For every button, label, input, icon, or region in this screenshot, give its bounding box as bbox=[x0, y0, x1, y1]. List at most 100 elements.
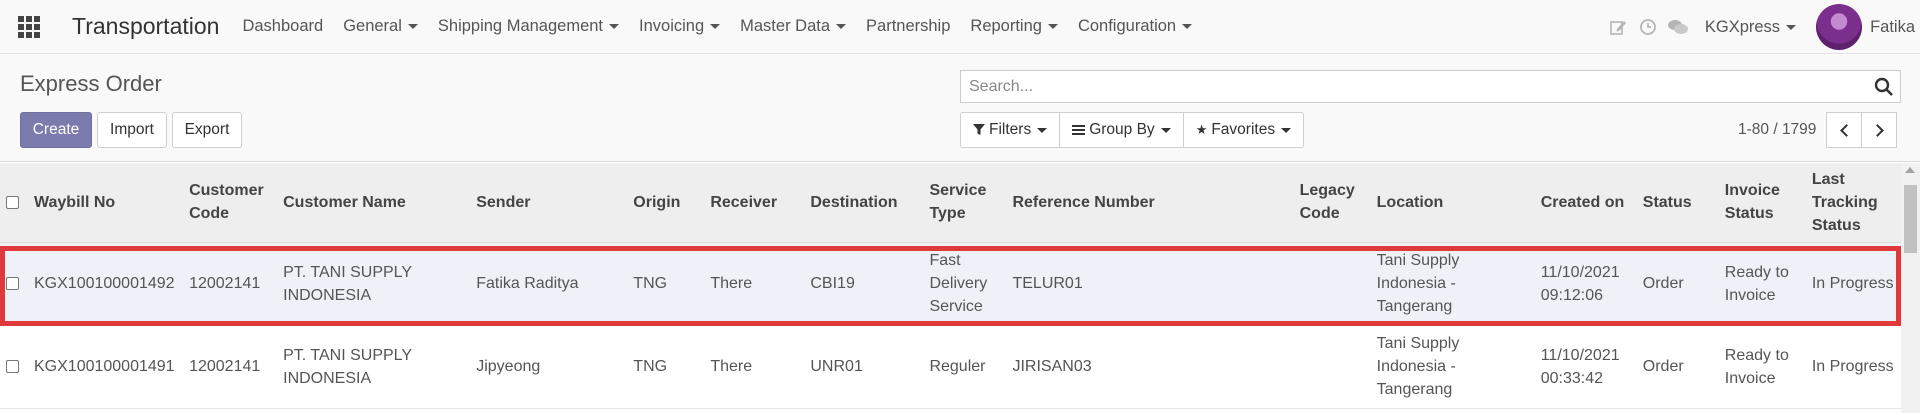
column-header[interactable]: Service Type bbox=[923, 163, 1007, 243]
menu-label: Shipping Management bbox=[437, 17, 604, 35]
create-button[interactable]: Create bbox=[20, 112, 92, 148]
row-checkbox[interactable] bbox=[6, 277, 19, 291]
navbar-right: KGXpress Fatika bbox=[1603, 0, 1920, 54]
column-header[interactable]: Reference Number bbox=[1006, 163, 1294, 243]
caret-down-icon bbox=[836, 24, 847, 29]
cell-location: Tani Supply Indonesia - Tangerang bbox=[1370, 325, 1535, 409]
search-bar bbox=[960, 70, 1901, 103]
menu-shipping-management[interactable]: Shipping Management bbox=[428, 0, 629, 54]
scroll-up-arrow-icon[interactable] bbox=[1905, 167, 1915, 173]
column-header[interactable]: Status bbox=[1636, 163, 1719, 243]
column-header[interactable]: Customer Code bbox=[183, 163, 278, 243]
cell-customer-name: PT. TANI SUPPLY INDONESIA bbox=[277, 242, 471, 326]
menu-configuration[interactable]: Configuration bbox=[1068, 0, 1202, 54]
column-header[interactable]: Origin bbox=[627, 163, 705, 243]
edit-note-icon[interactable] bbox=[1603, 0, 1633, 54]
menu-label: Reporting bbox=[970, 17, 1042, 35]
apps-menu-icon[interactable] bbox=[0, 0, 58, 54]
caret-down-icon bbox=[1037, 127, 1048, 133]
cell-destination: CBI19 bbox=[804, 242, 924, 326]
row-select-cell bbox=[0, 325, 28, 409]
cell-legacy-code bbox=[1293, 242, 1371, 326]
groupby-label: Group By bbox=[1089, 121, 1155, 138]
table-row[interactable]: KGX100100001491 12002141 PT. TANI SUPPLY… bbox=[0, 325, 1901, 409]
list-bars-icon bbox=[1072, 125, 1086, 135]
cell-sender: Fatika Raditya bbox=[470, 242, 628, 326]
menu-label: Dashboard bbox=[242, 17, 324, 35]
scroll-thumb[interactable] bbox=[1904, 185, 1917, 253]
row-select-cell bbox=[0, 242, 28, 326]
cell-waybill: KGX100100001491 bbox=[28, 325, 184, 409]
activity-clock-icon[interactable] bbox=[1633, 0, 1663, 54]
import-button[interactable]: Import bbox=[97, 112, 167, 148]
search-input[interactable] bbox=[961, 71, 1861, 102]
menu-reporting[interactable]: Reporting bbox=[960, 0, 1068, 54]
cell-status: Order bbox=[1636, 242, 1719, 326]
menu-general[interactable]: General bbox=[333, 0, 428, 54]
cell-receiver: There bbox=[704, 242, 805, 326]
search-icon[interactable] bbox=[1874, 77, 1894, 97]
caret-down-icon bbox=[1047, 24, 1058, 29]
star-icon: ★ bbox=[1195, 122, 1208, 137]
pager-previous-button[interactable] bbox=[1826, 112, 1862, 148]
cell-invoice-status: Ready to Invoice bbox=[1718, 242, 1806, 326]
column-header[interactable]: Invoice Status bbox=[1718, 163, 1806, 243]
company-name: KGXpress bbox=[1704, 17, 1781, 36]
company-switcher[interactable]: KGXpress bbox=[1704, 17, 1797, 37]
cell-service-type: Reguler bbox=[923, 325, 1007, 409]
cell-origin: TNG bbox=[627, 242, 705, 326]
table-row[interactable]: KGX100100001492 12002141 PT. TANI SUPPLY… bbox=[0, 242, 1901, 326]
caret-down-icon bbox=[710, 24, 721, 29]
column-header[interactable]: Location bbox=[1370, 163, 1535, 243]
column-header[interactable]: Destination bbox=[804, 163, 924, 243]
groupby-button[interactable]: Group By bbox=[1060, 113, 1184, 147]
column-header[interactable]: Created on bbox=[1534, 163, 1637, 243]
favorites-label: Favorites bbox=[1211, 121, 1276, 138]
filters-button[interactable]: Filters bbox=[961, 113, 1061, 147]
select-all-checkbox[interactable] bbox=[6, 196, 19, 210]
pager-value[interactable]: 1-80 / 1799 bbox=[1738, 121, 1816, 139]
menu-label: Master Data bbox=[740, 17, 831, 35]
caret-down-icon bbox=[1160, 127, 1171, 133]
user-name[interactable]: Fatika bbox=[1870, 18, 1915, 37]
row-checkbox[interactable] bbox=[6, 360, 19, 374]
menu-label: Partnership bbox=[866, 17, 951, 35]
cell-customer-code: 12002141 bbox=[183, 325, 278, 409]
app-brand[interactable]: Transportation bbox=[72, 13, 219, 40]
menu-label: Configuration bbox=[1077, 17, 1177, 35]
cell-tracking-status: In Progress bbox=[1805, 325, 1901, 409]
pager-next-button[interactable] bbox=[1861, 112, 1897, 148]
column-header[interactable]: Receiver bbox=[704, 163, 805, 243]
cell-legacy-code bbox=[1293, 325, 1371, 409]
top-navbar: Transportation Dashboard General Shippin… bbox=[0, 0, 1920, 54]
favorites-button[interactable]: ★ Favorites bbox=[1184, 113, 1303, 147]
caret-down-icon bbox=[609, 24, 620, 29]
column-header[interactable]: Waybill No bbox=[28, 163, 184, 243]
caret-down-icon bbox=[407, 24, 418, 29]
main-menu: Dashboard General Shipping Management In… bbox=[232, 0, 1202, 54]
cell-reference: TELUR01 bbox=[1006, 242, 1294, 326]
menu-dashboard[interactable]: Dashboard bbox=[232, 0, 333, 54]
vertical-scrollbar[interactable] bbox=[1901, 163, 1920, 413]
cell-created-on: 11/10/2021 00:33:42 bbox=[1534, 325, 1637, 409]
user-avatar[interactable] bbox=[1816, 4, 1863, 50]
column-header[interactable]: Sender bbox=[470, 163, 628, 243]
filters-label: Filters bbox=[989, 121, 1032, 138]
filter-icon bbox=[973, 124, 985, 135]
table-header-row: Waybill No Customer Code Customer Name S… bbox=[0, 163, 1901, 243]
cell-invoice-status: Ready to Invoice bbox=[1718, 325, 1806, 409]
cell-customer-name: PT. TANI SUPPLY INDONESIA bbox=[277, 325, 471, 409]
menu-label: General bbox=[343, 17, 402, 35]
cell-location: Tani Supply Indonesia - Tangerang bbox=[1370, 242, 1535, 326]
cell-origin: TNG bbox=[627, 325, 705, 409]
column-header[interactable]: Customer Name bbox=[277, 163, 471, 243]
menu-partnership[interactable]: Partnership bbox=[856, 0, 960, 54]
cell-tracking-status: In Progress bbox=[1805, 242, 1901, 326]
column-header[interactable]: Last Tracking Status bbox=[1805, 163, 1901, 243]
export-button[interactable]: Export bbox=[172, 112, 242, 148]
menu-invoicing[interactable]: Invoicing bbox=[629, 0, 730, 54]
menu-master-data[interactable]: Master Data bbox=[730, 0, 856, 54]
cell-receiver: There bbox=[704, 325, 805, 409]
chat-messages-icon[interactable] bbox=[1663, 0, 1693, 54]
column-header[interactable]: Legacy Code bbox=[1293, 163, 1371, 243]
